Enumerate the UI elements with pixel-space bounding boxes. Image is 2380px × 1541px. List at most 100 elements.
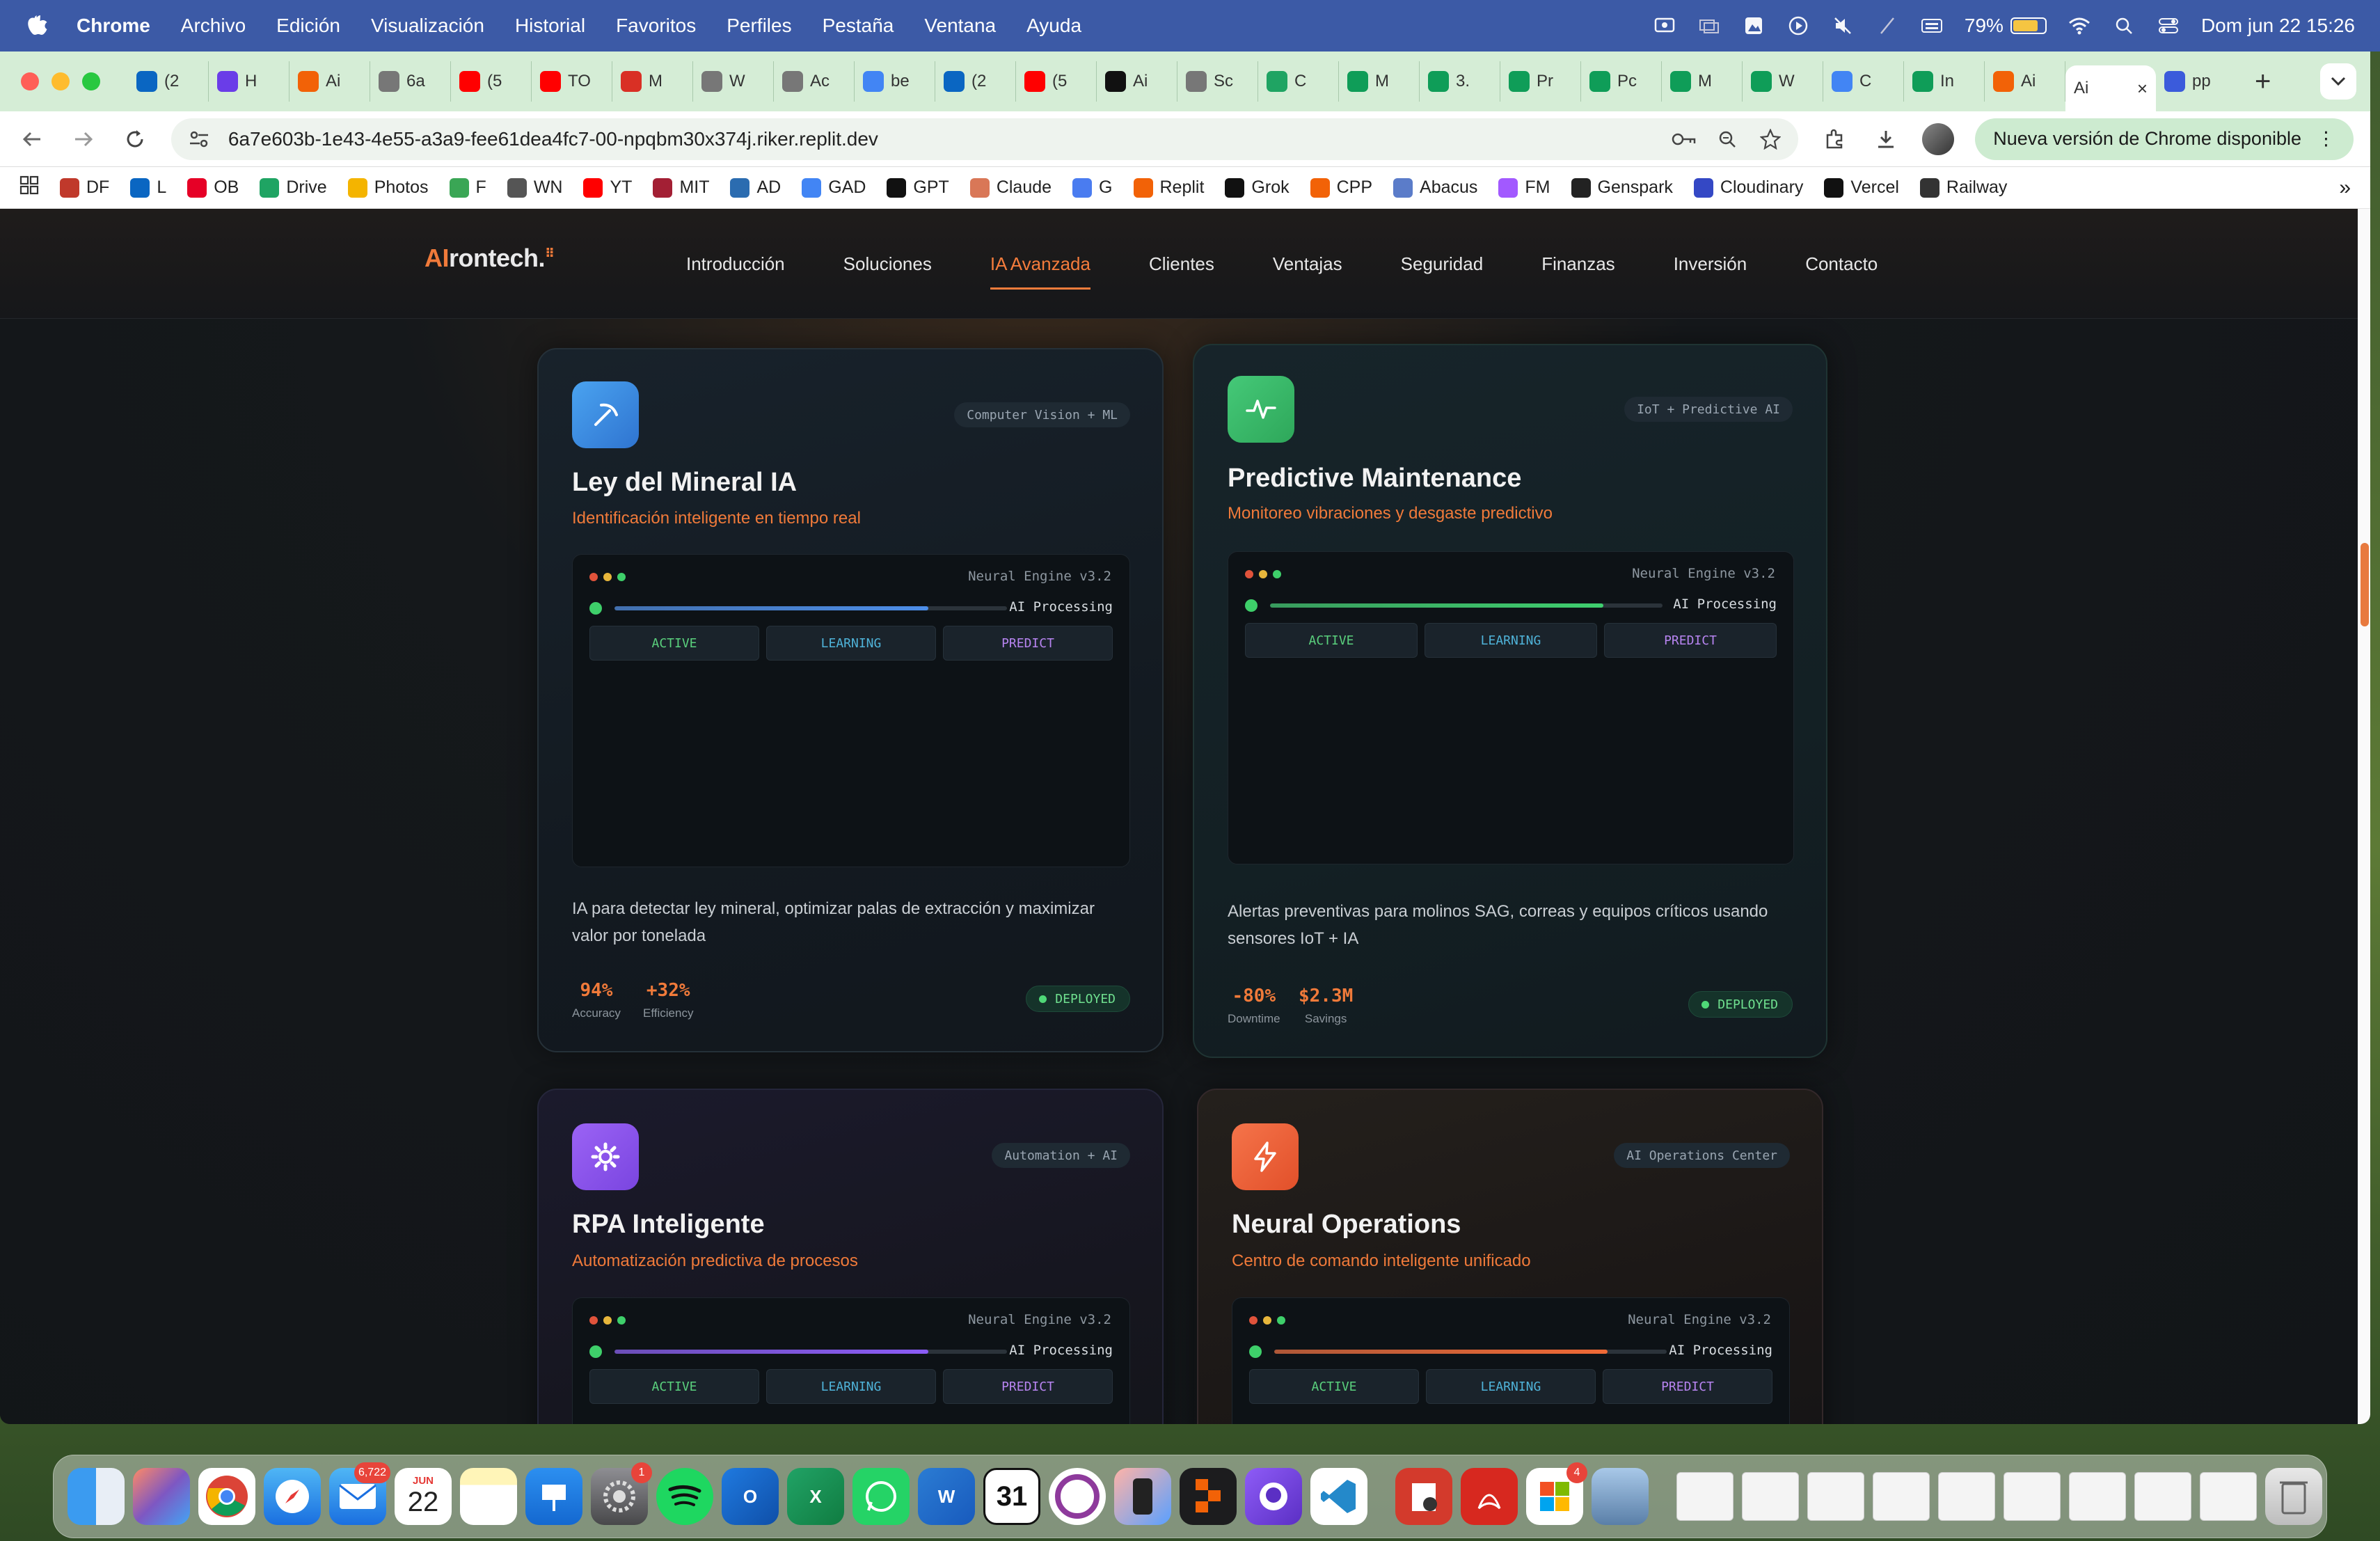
bookmark-item[interactable]: Photos xyxy=(347,177,429,198)
tab-last[interactable]: pp xyxy=(2156,61,2237,102)
spotify-icon[interactable] xyxy=(656,1468,713,1525)
notes-icon[interactable] xyxy=(460,1468,517,1525)
nav-link[interactable]: Introducción xyxy=(686,209,814,319)
mode-active-button[interactable]: ACTIVE xyxy=(589,626,759,661)
mode-predict-button[interactable]: PREDICT xyxy=(1603,1369,1772,1404)
chrome-icon[interactable] xyxy=(198,1468,255,1525)
bookmark-item[interactable]: YT xyxy=(583,177,632,198)
tab-active[interactable]: Ai × xyxy=(2065,65,2156,111)
zoom-window-button[interactable] xyxy=(82,72,100,90)
trash-icon[interactable] xyxy=(2265,1468,2322,1525)
ical-icon[interactable]: 31 xyxy=(983,1468,1040,1525)
record-circle-icon[interactable] xyxy=(1049,1468,1106,1525)
mode-predict-button[interactable]: PREDICT xyxy=(943,1369,1113,1404)
browser-tab[interactable]: Ac xyxy=(774,61,855,102)
bookmark-item[interactable]: G xyxy=(1072,177,1113,198)
browser-tab[interactable]: C xyxy=(1823,61,1904,102)
bookmark-item[interactable]: GAD xyxy=(802,177,866,198)
browser-tab[interactable]: W xyxy=(1743,61,1823,102)
minimized-window-thumbnail[interactable] xyxy=(2200,1472,2257,1521)
control-center-icon[interactable] xyxy=(2157,14,2180,38)
keynote-icon[interactable] xyxy=(525,1468,582,1525)
menu-ventana[interactable]: Ventana xyxy=(924,15,996,37)
menu-edicion[interactable]: Edición xyxy=(276,15,340,37)
browser-tab[interactable]: 3. xyxy=(1420,61,1500,102)
window-icon[interactable] xyxy=(1697,14,1721,38)
bookmark-item[interactable]: L xyxy=(130,177,166,198)
minimized-window-thumbnail[interactable] xyxy=(1938,1472,1995,1521)
zoom-icon[interactable] xyxy=(1713,125,1741,153)
bookmark-item[interactable]: CPP xyxy=(1310,177,1372,198)
chrome-update-button[interactable]: Nueva versión de Chrome disponible ⋮ xyxy=(1975,118,2354,160)
mode-learning-button[interactable]: LEARNING xyxy=(1425,623,1597,658)
nav-link[interactable]: Ventajas xyxy=(1244,209,1372,319)
play-circle-icon[interactable] xyxy=(1786,14,1810,38)
github-desktop-icon[interactable] xyxy=(1245,1468,1302,1525)
nav-link[interactable]: Seguridad xyxy=(1372,209,1513,319)
minimized-window-thumbnail[interactable] xyxy=(1807,1472,1864,1521)
vscode-icon[interactable] xyxy=(1310,1468,1367,1525)
mode-active-button[interactable]: ACTIVE xyxy=(1249,1369,1419,1404)
site-logo[interactable]: AIrontech.⠿ xyxy=(425,244,555,273)
browser-tab[interactable]: Ai xyxy=(1985,61,2065,102)
pdf-app-icon[interactable] xyxy=(1395,1468,1452,1525)
mute-icon[interactable] xyxy=(1831,14,1855,38)
bookmark-item[interactable]: GPT xyxy=(887,177,949,198)
key-icon[interactable] xyxy=(1670,125,1698,153)
bookmark-item[interactable]: Drive xyxy=(260,177,327,198)
minimized-window-thumbnail[interactable] xyxy=(1676,1472,1734,1521)
browser-tab[interactable]: TO xyxy=(532,61,612,102)
apple-menu-icon[interactable] xyxy=(25,13,49,38)
browser-tab[interactable]: Pc xyxy=(1581,61,1662,102)
bookmark-item[interactable]: Claude xyxy=(969,177,1052,198)
close-window-button[interactable] xyxy=(21,72,39,90)
whatsapp-icon[interactable] xyxy=(852,1468,910,1525)
spotlight-search-icon[interactable] xyxy=(2112,14,2136,38)
finder-icon[interactable] xyxy=(68,1468,125,1525)
minimized-window-thumbnail[interactable] xyxy=(1742,1472,1799,1521)
reload-button[interactable] xyxy=(120,124,150,155)
card-ley-mineral[interactable]: Computer Vision + ML Ley del Mineral IA … xyxy=(537,348,1164,1052)
keyboard-icon[interactable] xyxy=(1920,14,1944,38)
nav-link[interactable]: IA Avanzada xyxy=(961,209,1120,319)
browser-tab[interactable]: (2 xyxy=(128,61,209,102)
browser-tab[interactable]: M xyxy=(1339,61,1420,102)
browser-tab[interactable]: Ai xyxy=(289,61,370,102)
battery-status[interactable]: 79% xyxy=(1965,15,2047,37)
browser-tab[interactable]: C xyxy=(1258,61,1339,102)
browser-tab[interactable]: W xyxy=(693,61,774,102)
bookmark-item[interactable]: WN xyxy=(507,177,562,198)
browser-tab[interactable]: Sc xyxy=(1177,61,1258,102)
new-tab-button[interactable]: + xyxy=(2255,66,2271,97)
bookmark-item[interactable]: AD xyxy=(730,177,781,198)
bookmark-item[interactable]: MIT xyxy=(653,177,709,198)
replit-icon[interactable] xyxy=(1180,1468,1237,1525)
minimized-window-thumbnail[interactable] xyxy=(2069,1472,2126,1521)
screen-share-icon[interactable] xyxy=(1653,14,1676,38)
bookmark-item[interactable]: F xyxy=(449,177,486,198)
launchpad-icon[interactable] xyxy=(133,1468,190,1525)
calendar-icon[interactable]: JUN 22 xyxy=(395,1468,452,1525)
menu-app-name[interactable]: Chrome xyxy=(77,15,150,37)
browser-tab[interactable]: In xyxy=(1904,61,1985,102)
more-vert-icon[interactable]: ⋮ xyxy=(2317,128,2335,150)
browser-tab[interactable]: 6a xyxy=(370,61,451,102)
browser-tab[interactable]: Ai xyxy=(1097,61,1177,102)
slash-icon[interactable] xyxy=(1875,14,1899,38)
safari-icon[interactable] xyxy=(264,1468,321,1525)
word-icon[interactable]: W xyxy=(918,1468,975,1525)
outlook-icon[interactable]: O xyxy=(722,1468,779,1525)
menu-pestana[interactable]: Pestaña xyxy=(823,15,894,37)
mode-active-button[interactable]: ACTIVE xyxy=(589,1369,759,1404)
system-settings-icon[interactable]: 1 xyxy=(591,1462,652,1525)
browser-tab[interactable]: (5 xyxy=(1016,61,1097,102)
menubar-clock[interactable]: Dom jun 22 15:26 xyxy=(2201,15,2355,37)
address-bar[interactable]: 6a7e603b-1e43-4e55-a3a9-fee61dea4fc7-00-… xyxy=(170,118,1799,160)
image-capture-icon[interactable] xyxy=(1742,14,1766,38)
nav-link[interactable]: Inversión xyxy=(1644,209,1777,319)
minimized-window-thumbnail[interactable] xyxy=(2134,1472,2191,1521)
browser-tab[interactable]: M xyxy=(1662,61,1743,102)
nav-link[interactable]: Finanzas xyxy=(1512,209,1644,319)
minimized-window-thumbnail[interactable] xyxy=(1873,1472,1930,1521)
browser-tab[interactable]: (2 xyxy=(935,61,1016,102)
